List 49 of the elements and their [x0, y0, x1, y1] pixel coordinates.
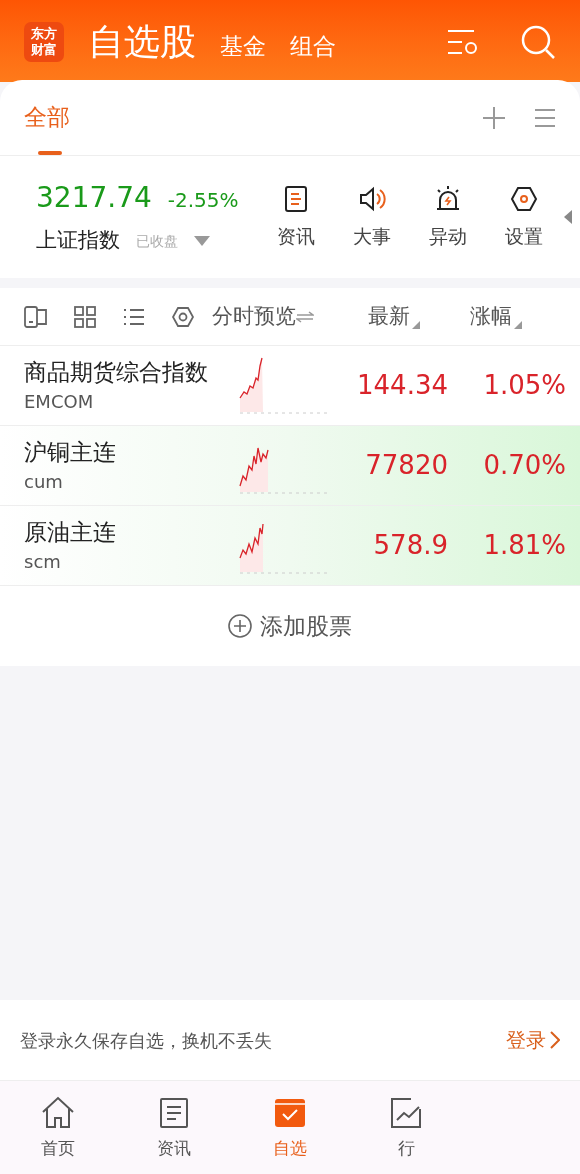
add-icon[interactable] — [482, 105, 506, 130]
stock-code: EMCOM — [24, 390, 95, 414]
login-prompt: 登录永久保存自选，换机不丢失 — [20, 1028, 272, 1053]
sort-header[interactable]: 最新 — [368, 300, 420, 333]
nav-tab[interactable]: 首页 — [0, 1093, 116, 1162]
market-status: 已收盘 — [136, 231, 178, 251]
stock-change: 0.70% — [482, 449, 566, 482]
stock-row[interactable]: 商品期货综合指数 EMCOM 144.34 1.05% — [0, 346, 580, 426]
swap-icon — [296, 310, 314, 323]
shortcut-button[interactable]: 异动 — [422, 183, 474, 251]
index-change: -2.55% — [167, 187, 239, 215]
stock-name: 原油主连 — [24, 518, 117, 547]
collapse-icon[interactable] — [564, 210, 572, 224]
stock-code: cum — [24, 470, 64, 494]
stock-price: 578.9 — [373, 529, 448, 562]
list-icon[interactable] — [123, 307, 145, 326]
settings-icon[interactable] — [172, 305, 194, 328]
shortcut-button[interactable]: 设置 — [498, 183, 550, 251]
layout-icon[interactable] — [24, 305, 48, 328]
stock-row[interactable]: 原油主连 scm 578.9 1.81% — [0, 506, 580, 586]
add-circle-icon — [228, 614, 252, 638]
stock-name: 商品期货综合指数 — [24, 358, 209, 387]
search-icon[interactable] — [520, 24, 556, 60]
shortcut-button[interactable]: 资讯 — [270, 183, 322, 251]
stock-price: 144.34 — [357, 369, 448, 402]
stock-price: 77820 — [365, 449, 448, 482]
sort-icon — [412, 321, 420, 330]
shortcut-button[interactable]: 大事 — [346, 183, 398, 251]
login-link[interactable]: 登录 — [506, 1025, 560, 1055]
stock-change: 1.81% — [482, 529, 566, 562]
preview-toggle[interactable]: 分时预览 — [212, 300, 314, 333]
nav-tab[interactable]: 资讯 — [116, 1093, 232, 1162]
logo-text: 东方 — [31, 26, 57, 42]
sort-header[interactable]: 涨幅 — [470, 300, 522, 333]
list-settings-icon[interactable] — [446, 27, 480, 57]
stock-row[interactable]: 沪铜主连 cum 77820 0.70% — [0, 426, 580, 506]
stock-name: 沪铜主连 — [24, 438, 117, 467]
add-stock-button[interactable]: 添加股票 — [228, 608, 352, 644]
dropdown-icon[interactable] — [194, 236, 210, 246]
chevron-icon — [550, 1031, 560, 1049]
stock-change: 1.05% — [482, 369, 566, 402]
grid-icon[interactable] — [74, 305, 96, 328]
logo-text: 财富 — [31, 42, 57, 58]
nav-tab[interactable]: 行 — [348, 1093, 464, 1162]
menu-icon[interactable] — [534, 107, 556, 128]
stock-code: scm — [24, 550, 62, 574]
sort-icon — [514, 321, 522, 330]
index-value: 3217.74 — [36, 180, 152, 217]
index-name: 上证指数 — [36, 227, 120, 255]
